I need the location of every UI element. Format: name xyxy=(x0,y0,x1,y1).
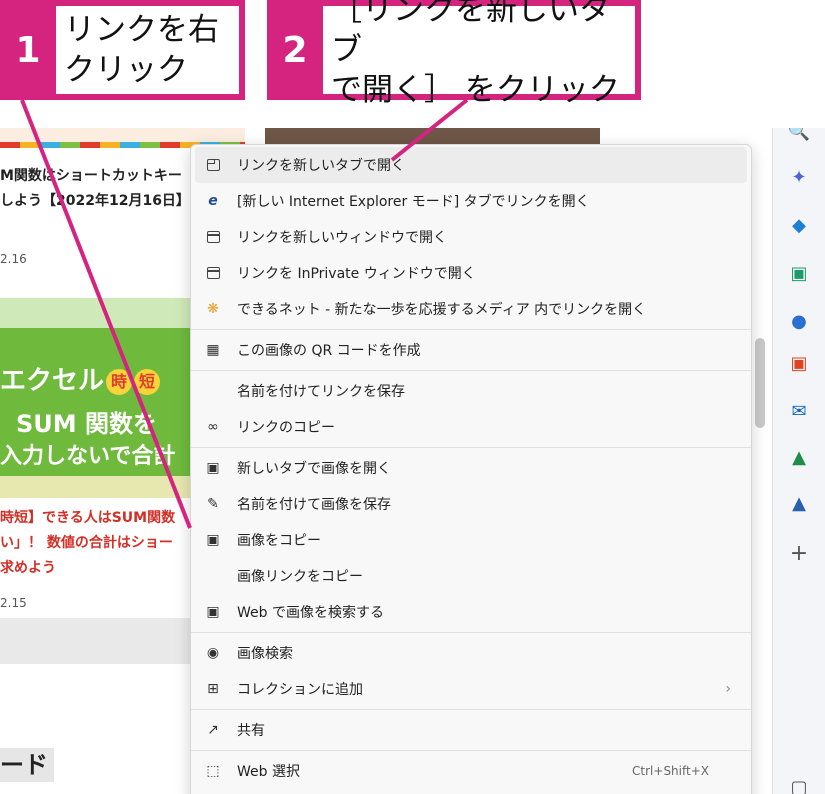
collection-add-icon: ⊞ xyxy=(207,681,219,697)
thumbnail-text-line: エクセル xyxy=(0,366,105,396)
chevron-right-icon: › xyxy=(725,681,731,697)
new-tab-icon xyxy=(204,156,222,174)
site-icon: ❋ xyxy=(207,301,219,317)
menu-item-label: できるネット - 新たな一歩を応援するメディア 内でリンクを開く xyxy=(237,302,647,318)
menu-item-save-link-as[interactable]: 名前を付けてリンクを保存 xyxy=(191,373,751,409)
menu-item-label: リンクを新しいタブで開く xyxy=(237,158,405,174)
share-icon: ↗ xyxy=(207,722,219,738)
add-icon[interactable]: + xyxy=(787,542,811,566)
menu-item-label: 画像をコピー xyxy=(237,533,321,549)
article-date: 2.15 xyxy=(0,596,27,610)
tools-icon[interactable]: ▣ xyxy=(787,262,811,286)
menu-item-label: 名前を付けて画像を保存 xyxy=(237,497,391,513)
article-thumbnail-image[interactable] xyxy=(0,618,190,664)
thumbnail-text-line: SUM 関数を xyxy=(16,410,158,438)
copilot-sparkle-icon[interactable]: ✦ xyxy=(787,166,811,190)
menu-item-label: Web 選択 xyxy=(237,764,300,780)
menu-item-save-image-as[interactable]: ✎ 名前を付けて画像を保存 xyxy=(191,486,751,522)
menu-separator xyxy=(191,632,751,633)
callout-number: 1 xyxy=(15,29,41,71)
article-title-link[interactable]: M関数はショートカットキー しよう【2022年12月16日】 xyxy=(0,164,190,214)
save-image-icon: ✎ xyxy=(207,496,219,512)
callout-text: ［リンクを新しいタブ で開く］ をクリック xyxy=(323,0,635,108)
screenshot-root: 1 リンクを右 クリック 2 ［リンクを新しいタブ で開く］ をクリック M関数… xyxy=(0,0,825,794)
new-window-icon xyxy=(204,228,222,246)
callout-step-2: 2 ［リンクを新しいタブ で開く］ をクリック xyxy=(267,0,641,108)
menu-item-label: 画像検索 xyxy=(237,646,293,662)
thumbnail-text-line: 入力しないで合計 xyxy=(0,444,176,469)
inprivate-icon xyxy=(204,264,222,282)
ie-icon: e xyxy=(208,193,218,209)
menu-item-label: 新しいタブで画像を開く xyxy=(237,461,391,477)
menu-item-visual-search[interactable]: ◉ 画像検索 xyxy=(191,635,751,671)
article-title-link[interactable]: 時短】できる人はSUM関数 い」！ 数値の合計はショー 求めよう xyxy=(0,506,190,581)
edge-sidebar: 🔍 ✦ ◆ ▣ ● ▣ ✉ ▲ ▲ + ▢ xyxy=(772,128,825,794)
page-scrollbar[interactable] xyxy=(755,338,765,428)
web-select-icon: ⬚ xyxy=(206,763,220,779)
menu-item-copy-image-link[interactable]: 画像リンクをコピー xyxy=(191,558,751,594)
menu-item-label: 名前を付けてリンクを保存 xyxy=(237,384,405,400)
callout-step-1: 1 リンクを右 クリック xyxy=(0,0,245,100)
menu-separator xyxy=(191,750,751,751)
context-menu: リンクを新しいタブで開く e [新しい Internet Explorer モー… xyxy=(190,144,752,794)
menu-item-label: リンクを新しいウィンドウで開く xyxy=(237,230,447,246)
menu-item-label: コレクションに追加 xyxy=(237,682,363,698)
menu-item-web-image-search[interactable]: ▣ Web で画像を検索する xyxy=(191,594,751,630)
menu-separator xyxy=(191,709,751,710)
image-tab-icon: ▣ xyxy=(206,460,220,476)
menu-item-label: [新しい Internet Explorer モード] タブでリンクを開く xyxy=(237,194,590,210)
menu-item-label: Web で画像を検索する xyxy=(237,605,384,621)
menu-item-add-to-collection[interactable]: ⊞ コレクションに追加 › xyxy=(191,671,751,707)
menu-item-open-link-new-tab[interactable]: リンクを新しいタブで開く xyxy=(195,147,747,183)
menu-item-label: リンクを InPrivate ウィンドウで開く xyxy=(237,266,476,282)
thumbnail-badge: 時 xyxy=(106,368,133,395)
browser-window: M関数はショートカットキー しよう【2022年12月16日】 2.16 エクセル… xyxy=(0,128,825,794)
menu-item-label: リンクのコピー xyxy=(237,420,335,436)
menu-separator xyxy=(191,447,751,448)
section-heading: ード xyxy=(0,748,54,782)
menu-item-share[interactable]: ↗ 共有 xyxy=(191,712,751,748)
tree-icon[interactable]: ▲ xyxy=(787,446,811,470)
menu-item-copy-image[interactable]: ▣ 画像をコピー xyxy=(191,522,751,558)
search-icon[interactable]: 🔍 xyxy=(787,128,811,144)
menu-item-copy-link[interactable]: ∞ リンクのコピー xyxy=(191,409,751,445)
menu-item-open-in-site[interactable]: ❋ できるネット - 新たな一歩を応援するメディア 内でリンクを開く xyxy=(191,291,751,327)
drop-icon[interactable]: ▲ xyxy=(787,492,811,516)
menu-item-label: この画像の QR コードを作成 xyxy=(237,343,421,359)
qr-icon: ▦ xyxy=(206,342,220,358)
article-date: 2.16 xyxy=(0,252,27,266)
sidebar-layout-icon[interactable]: ▢ xyxy=(787,776,811,794)
menu-separator xyxy=(191,370,751,371)
outlook-icon[interactable]: ✉ xyxy=(787,400,811,424)
menu-item-open-inprivate[interactable]: リンクを InPrivate ウィンドウで開く xyxy=(191,255,751,291)
article-thumbnail-image[interactable]: エクセル時短 SUM 関数を 入力しないで合計 xyxy=(0,298,190,498)
thumbnail-text: エクセル時短 xyxy=(0,360,161,397)
menu-item-create-qr[interactable]: ▦ この画像の QR コードを作成 xyxy=(191,332,751,368)
menu-item-open-new-window[interactable]: リンクを新しいウィンドウで開く xyxy=(191,219,751,255)
web-search-image-icon: ▣ xyxy=(206,604,220,620)
callout-text: リンクを右 クリック xyxy=(56,6,239,94)
menu-separator xyxy=(191,329,751,330)
copy-image-icon: ▣ xyxy=(206,532,220,548)
office-icon[interactable]: ▣ xyxy=(787,352,811,376)
link-icon: ∞ xyxy=(207,419,219,435)
menu-item-open-image-new-tab[interactable]: ▣ 新しいタブで画像を開く xyxy=(191,450,751,486)
menu-item-label: 画像リンクをコピー xyxy=(237,569,363,585)
menu-item-open-ie-mode[interactable]: e [新しい Internet Explorer モード] タブでリンクを開く xyxy=(191,183,751,219)
menu-item-web-select[interactable]: ⬚ Web 選択 Ctrl+Shift+X xyxy=(191,753,751,789)
thumbnail-badge: 短 xyxy=(134,368,161,395)
menu-item-label: 共有 xyxy=(237,723,265,739)
games-icon[interactable]: ● xyxy=(787,310,811,334)
shortcut-hint: Ctrl+Shift+X xyxy=(632,764,709,778)
callout-number: 2 xyxy=(282,29,308,71)
shopping-tag-icon[interactable]: ◆ xyxy=(787,214,811,238)
visual-search-icon: ◉ xyxy=(206,645,220,661)
